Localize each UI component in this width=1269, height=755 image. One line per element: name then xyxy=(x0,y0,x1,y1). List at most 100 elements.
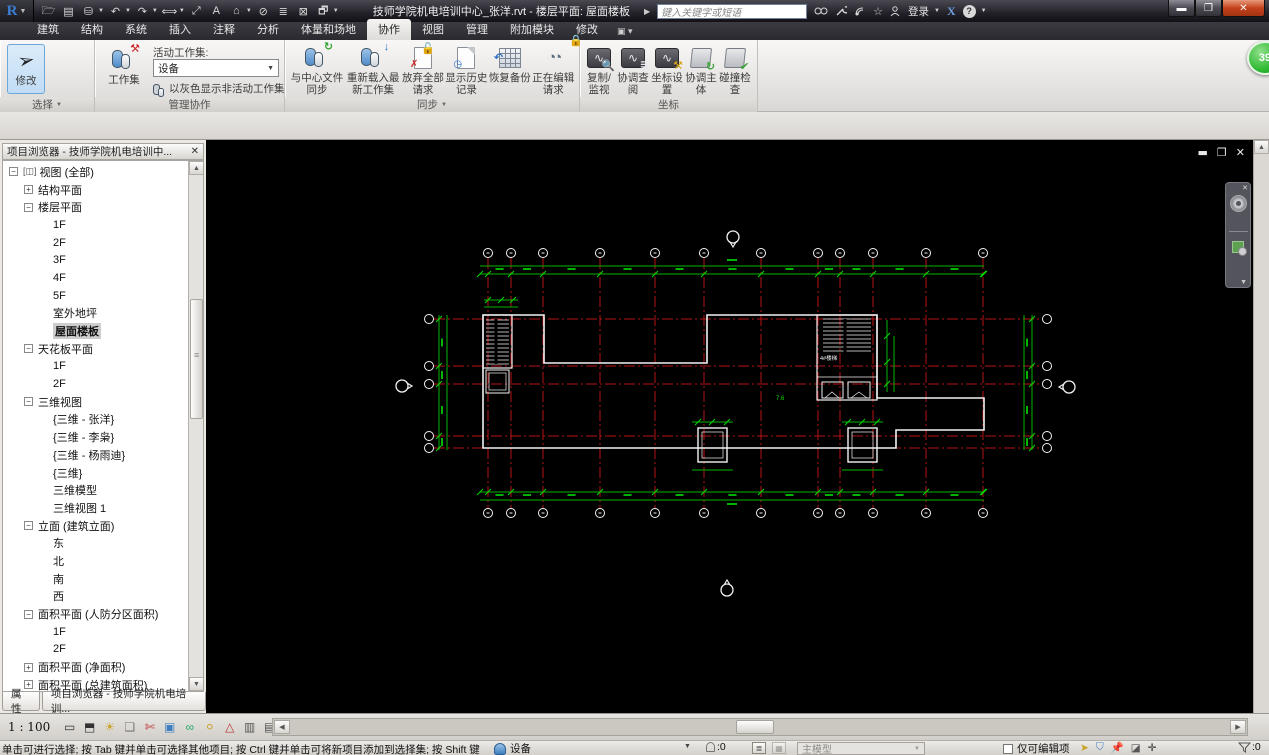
ribbon-tab-附加模块[interactable]: 附加模块 xyxy=(499,19,565,40)
design-options-icon[interactable]: ▦ xyxy=(772,742,786,754)
expand-icon[interactable]: + xyxy=(24,662,33,672)
favorites-star-icon[interactable]: ☆ xyxy=(873,5,883,18)
sign-in-button[interactable]: 登录 xyxy=(908,4,929,19)
shadows-off-icon[interactable]: ❏ xyxy=(120,719,139,736)
tree-item-{三维}[interactable]: {三维} xyxy=(3,464,189,482)
horizontal-scrollbar[interactable]: ◀ ▶ xyxy=(272,718,1248,736)
reveal-hidden-bulb-icon[interactable]: ⚪ xyxy=(200,719,219,736)
help-dropdown-icon[interactable]: ▼ xyxy=(981,8,987,14)
measure-dropdown-icon[interactable]: ▼ xyxy=(179,8,185,14)
drag-on-selection-icon[interactable]: ✛ xyxy=(1148,742,1157,754)
panel-select-footer[interactable]: 选择 ▼ xyxy=(0,97,94,112)
tree-item-{三维 - 张洋}[interactable]: {三维 - 张洋} xyxy=(3,411,189,429)
close-button[interactable]: ✕ xyxy=(1222,0,1265,17)
close-icon[interactable]: ✕ xyxy=(191,146,199,157)
view-minimize-icon[interactable]: ▬ xyxy=(1198,146,1208,159)
help-icon[interactable]: ? xyxy=(962,4,976,18)
modify-pulldown-icon[interactable]: ▣ ▾ xyxy=(617,26,633,40)
tree-item-3F[interactable]: 3F xyxy=(3,251,189,269)
scrollbar-thumb[interactable] xyxy=(190,299,203,419)
expand-icon[interactable]: + xyxy=(24,185,33,195)
modify-button[interactable]: ➢ 修改 xyxy=(7,44,45,94)
analytical-off-icon[interactable]: △ xyxy=(220,719,239,736)
detail-level-icon[interactable]: ▭ xyxy=(60,719,79,736)
tab-properties[interactable]: 属性 xyxy=(2,688,40,715)
scroll-left-icon[interactable]: ◀ xyxy=(274,720,290,734)
default-3d-view-icon[interactable]: ⌂ xyxy=(228,4,245,19)
sync-icon[interactable]: ⛁ xyxy=(80,4,97,19)
tree-item-三维视图 1[interactable]: 三维视图 1 xyxy=(3,499,189,517)
steering-wheel-icon[interactable] xyxy=(1230,195,1247,212)
redo-dropdown-icon[interactable]: ▼ xyxy=(152,8,158,14)
scroll-up-icon[interactable]: ▲ xyxy=(1254,140,1269,154)
aligned-dimension-icon[interactable]: ⤢ xyxy=(188,4,205,19)
scroll-up-icon[interactable]: ▲ xyxy=(189,161,203,175)
tree-item-1F[interactable]: 1F xyxy=(3,358,189,376)
collapse-icon[interactable]: − xyxy=(24,609,33,619)
search-input[interactable] xyxy=(657,3,808,19)
tree-item-2F[interactable]: 2F xyxy=(3,641,189,659)
tree-item-4F[interactable]: 4F xyxy=(3,269,189,287)
infocenter-expander-icon[interactable]: ▶ xyxy=(644,7,650,16)
project-browser-titlebar[interactable]: 项目浏览器 - 技师学院机电培训中... ✕ xyxy=(2,143,204,160)
tree-item-5F[interactable]: 5F xyxy=(3,287,189,305)
open-icon[interactable]: 🗁 xyxy=(40,4,57,19)
ribbon-tab-插入[interactable]: 插入 xyxy=(158,19,202,40)
ribbon-tab-注释[interactable]: 注释 xyxy=(202,19,246,40)
tree-item-2F[interactable]: 2F xyxy=(3,375,189,393)
ribbon-tab-协作[interactable]: 协作 xyxy=(367,19,411,40)
tree-item-楼层平面[interactable]: − 楼层平面 xyxy=(3,198,189,216)
sun-path-off-icon[interactable]: ☀ xyxy=(100,719,119,736)
measure-icon[interactable]: ⟺ xyxy=(161,4,178,19)
select-links-icon[interactable]: ➤ xyxy=(1080,742,1089,754)
save-icon[interactable]: ▤ xyxy=(60,4,77,19)
active-workset-status[interactable]: 设备 xyxy=(494,741,531,755)
design-option-dropdown[interactable]: 主模型 ▼ xyxy=(797,742,925,755)
tree-item-2F[interactable]: 2F xyxy=(3,234,189,252)
tree-item-南[interactable]: 南 xyxy=(3,570,189,588)
default-3d-view-dropdown-icon[interactable]: ▼ xyxy=(246,8,252,14)
undo-icon[interactable]: ↶ xyxy=(107,4,124,19)
redo-icon[interactable]: ↷ xyxy=(134,4,151,19)
tree-item-{三维 - 杨雨迪}[interactable]: {三维 - 杨雨迪} xyxy=(3,446,189,464)
minimize-button[interactable]: ▬ xyxy=(1168,0,1195,17)
gray-inactive-worksets-button[interactable]: 以灰色显示非活动工作集 xyxy=(153,81,285,97)
ribbon-tab-视图[interactable]: 视图 xyxy=(411,19,455,40)
exchange-apps-icon[interactable]: X xyxy=(947,4,956,19)
select-pinned-icon[interactable]: 📌 xyxy=(1111,741,1124,754)
worksharing-users[interactable]: :0 xyxy=(706,741,726,753)
thin-lines-icon[interactable]: ≣ xyxy=(275,4,292,19)
project-browser-scrollbar[interactable]: ▲ ▼ xyxy=(188,161,203,691)
communication-center-icon[interactable] xyxy=(854,6,866,17)
active-workset-dropdown[interactable]: 设备 ▼ xyxy=(153,59,279,77)
tree-item-{三维 - 李枭}[interactable]: {三维 - 李枭} xyxy=(3,428,189,446)
tree-item-立面 (建筑立面)[interactable]: − 立面 (建筑立面) xyxy=(3,517,189,535)
scroll-right-icon[interactable]: ▶ xyxy=(1230,720,1246,734)
select-by-face-icon[interactable]: ◪ xyxy=(1131,742,1141,754)
tree-item-三维视图[interactable]: − 三维视图 xyxy=(3,393,189,411)
sync-dropdown-icon[interactable]: ▼ xyxy=(98,8,104,14)
select-underlay-icon[interactable]: ⛉ xyxy=(1096,741,1104,754)
collapse-icon[interactable]: − xyxy=(24,521,33,531)
tree-item-结构平面[interactable]: + 结构平面 xyxy=(3,181,189,199)
search-icon[interactable] xyxy=(814,6,828,17)
tree-item-面积平面 (净面积)[interactable]: + 面积平面 (净面积) xyxy=(3,658,189,676)
ribbon-tab-分析[interactable]: 分析 xyxy=(246,19,290,40)
tree-item-屋面楼板[interactable]: 屋面楼板 xyxy=(3,322,189,340)
restore-button[interactable]: ❐ xyxy=(1195,0,1222,17)
view-close-icon[interactable]: ✕ xyxy=(1236,146,1245,159)
show-crop-icon[interactable]: ▣ xyxy=(160,719,179,736)
ribbon-tab-结构[interactable]: 结构 xyxy=(70,19,114,40)
crop-off-icon[interactable]: ✄ xyxy=(140,719,159,736)
navbar-dropdown-icon[interactable]: ▼ xyxy=(1240,279,1247,286)
collapse-icon[interactable]: − xyxy=(24,397,33,407)
visual-style-icon[interactable]: ⬒ xyxy=(80,719,99,736)
worksharing-display-icon[interactable]: ▥ xyxy=(240,719,259,736)
worksets-button[interactable]: ⚒ 工作集 xyxy=(101,44,147,87)
view-scale-button[interactable]: 1 : 100 xyxy=(0,720,60,734)
tree-item-天花板平面[interactable]: − 天花板平面 xyxy=(3,340,189,358)
scrollbar-thumb[interactable] xyxy=(736,720,774,734)
section-icon[interactable]: ⊘ xyxy=(255,4,272,19)
navbar-close-icon[interactable]: ✕ xyxy=(1242,184,1248,192)
temp-hide-glasses-icon[interactable]: ∞ xyxy=(180,719,199,736)
